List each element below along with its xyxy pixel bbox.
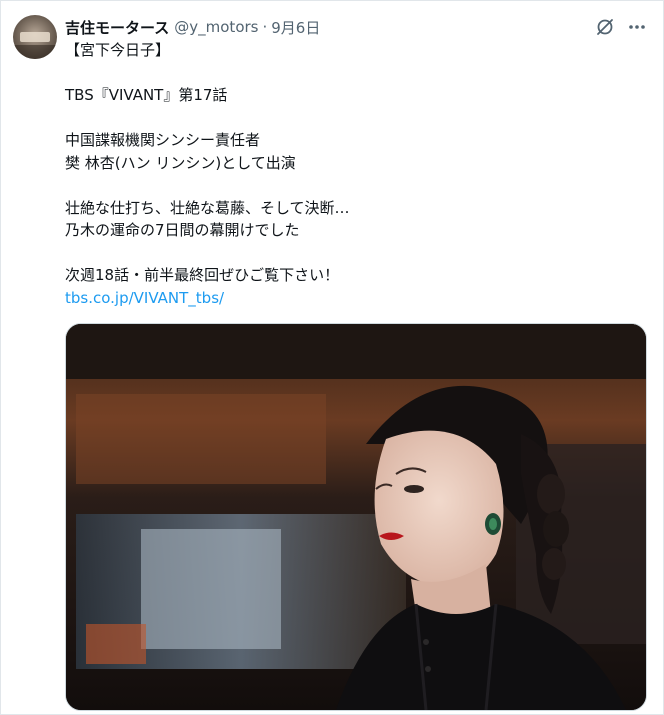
tweet-header: 吉住モータース @y_motors · 9月6日 xyxy=(65,15,320,39)
tweet-media-image[interactable] xyxy=(65,323,647,711)
text-line-role: 中国諜報機関シンシー責任者 xyxy=(65,131,261,149)
text-line-summary-2: 乃木の運命の7日間の幕開けでした xyxy=(65,221,300,239)
text-line-headline: 【宮下今日子】 xyxy=(65,41,171,59)
text-line-character: 樊 林杏(ハン リンシン)として出演 xyxy=(65,153,296,172)
tweet-link-line: tbs.co.jp/VIVANT_tbs/ xyxy=(65,287,635,310)
avatar-stripe xyxy=(13,45,57,59)
separator-dot: · xyxy=(262,18,268,36)
user-handle[interactable]: @y_motors xyxy=(174,18,258,36)
text-line-episode: TBS『VIVANT』第17話 xyxy=(65,86,228,104)
more-icon[interactable] xyxy=(625,15,649,39)
avatar[interactable] xyxy=(13,15,57,59)
tweet-card: 吉住モータース @y_motors · 9月6日 【宮下今日子】 TBS『VIV… xyxy=(0,0,664,715)
text-line-summary-1: 壮絶な仕打ち、壮絶な葛藤、そして決断… xyxy=(65,198,350,217)
text-line-next-episode: 次週18話・前半最終回ぜひご覧下さい！ xyxy=(65,266,340,284)
avatar-plate xyxy=(20,32,50,42)
display-name[interactable]: 吉住モータース xyxy=(65,17,169,38)
tweet-date[interactable]: 9月6日 xyxy=(271,17,320,38)
grok-icon[interactable] xyxy=(593,15,617,39)
tweet-link[interactable]: tbs.co.jp/VIVANT_tbs/ xyxy=(65,289,224,307)
media-photo xyxy=(66,324,646,710)
tweet-text: 【宮下今日子】 TBS『VIVANT』第17話 中国諜報機関シンシー責任者 樊 … xyxy=(65,39,635,309)
